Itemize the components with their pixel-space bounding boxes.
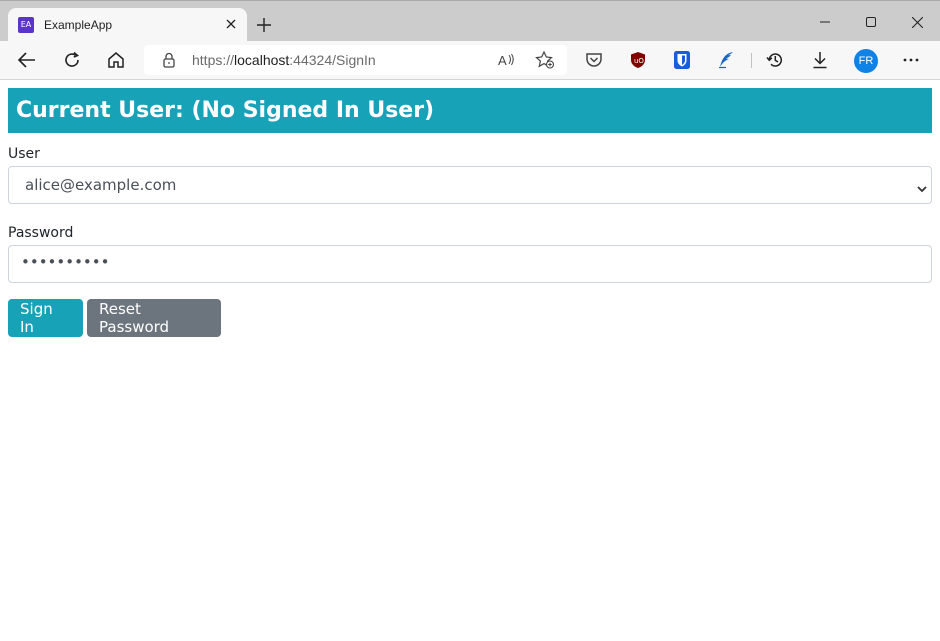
sign-in-button[interactable]: Sign In: [8, 299, 83, 337]
home-icon[interactable]: [101, 45, 131, 75]
tab-strip: EA ExampleApp: [0, 0, 940, 42]
browser-tab[interactable]: EA ExampleApp: [8, 8, 247, 42]
maximize-icon[interactable]: [856, 9, 886, 35]
svg-text:A: A: [498, 53, 507, 68]
lock-icon[interactable]: [162, 52, 176, 72]
reset-password-button[interactable]: Reset Password: [87, 299, 221, 337]
toolbar-separator: [751, 53, 752, 68]
read-aloud-icon[interactable]: A: [498, 51, 516, 73]
password-label: Password: [8, 225, 74, 241]
bitwarden-icon[interactable]: [667, 45, 697, 75]
ublock-icon[interactable]: uO: [623, 45, 653, 75]
profile-avatar[interactable]: FR: [854, 49, 878, 73]
close-tab-icon[interactable]: [223, 16, 239, 32]
password-field[interactable]: ••••••••••: [8, 245, 932, 283]
password-value: ••••••••••: [21, 253, 110, 271]
user-select-value: alice@example.com: [25, 176, 177, 194]
add-favorite-icon[interactable]: [535, 50, 555, 73]
user-select[interactable]: alice@example.com: [8, 166, 932, 204]
user-label: User: [8, 146, 40, 162]
new-tab-icon[interactable]: [254, 15, 274, 35]
chevron-down-icon: [916, 180, 928, 198]
favicon: EA: [18, 17, 34, 33]
download-icon[interactable]: [805, 45, 835, 75]
svg-text:uO: uO: [634, 57, 644, 65]
button-row: Sign In Reset Password: [8, 299, 932, 337]
quill-icon[interactable]: [711, 45, 741, 75]
reload-icon[interactable]: [57, 45, 87, 75]
back-arrow-icon[interactable]: [12, 45, 42, 75]
browser-toolbar: https://localhost:44324/SignIn A uO FR: [0, 41, 940, 80]
page-content: Current User: (No Signed In User) User a…: [8, 88, 932, 337]
tab-title: ExampleApp: [44, 18, 113, 32]
current-user-banner: Current User: (No Signed In User): [8, 88, 932, 133]
pocket-icon[interactable]: [579, 45, 609, 75]
more-icon[interactable]: [896, 45, 926, 75]
minimize-icon[interactable]: [810, 9, 840, 35]
close-window-icon[interactable]: [902, 9, 932, 35]
url-text: https://localhost:44324/SignIn: [192, 52, 376, 68]
history-icon[interactable]: [760, 45, 790, 75]
address-bar[interactable]: https://localhost:44324/SignIn A: [144, 45, 567, 75]
